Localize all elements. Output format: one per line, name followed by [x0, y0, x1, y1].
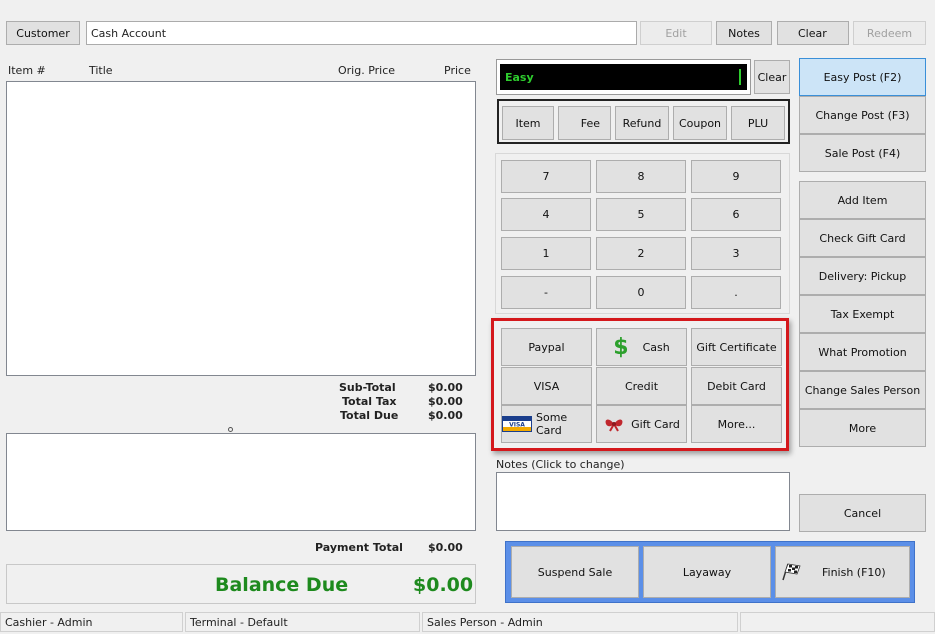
keypad-1[interactable]: 1: [501, 237, 591, 270]
splitter-handle[interactable]: [228, 427, 233, 432]
keypad-0[interactable]: 0: [596, 276, 686, 309]
status-terminal: Terminal - Default: [185, 612, 420, 632]
sale-post-button[interactable]: Sale Post (F4): [799, 134, 926, 172]
mode-plu-button[interactable]: PLU: [731, 106, 785, 140]
gift-card-label: Gift Card: [631, 417, 680, 431]
items-list[interactable]: [6, 81, 476, 376]
tax-exempt-button[interactable]: Tax Exempt: [799, 295, 926, 333]
keypad-9[interactable]: 9: [691, 160, 781, 193]
mode-item-button[interactable]: Item: [502, 106, 554, 140]
text-cursor: [739, 69, 741, 85]
credit-button[interactable]: Credit: [596, 367, 687, 405]
some-card-label: Some Card: [536, 411, 568, 437]
mode-refund-button[interactable]: Refund: [615, 106, 669, 140]
easy-post-button[interactable]: Easy Post (F2): [799, 58, 926, 96]
dollar-sign-icon: $: [613, 334, 629, 360]
entry-display-text: Easy: [505, 70, 534, 84]
suspend-sale-button[interactable]: Suspend Sale: [511, 546, 639, 598]
some-card-button[interactable]: VISA Some Card: [501, 405, 592, 443]
subtotal-value: $0.00: [428, 381, 463, 394]
keypad-6[interactable]: 6: [691, 198, 781, 231]
redeem-button[interactable]: Redeem: [853, 21, 926, 45]
gift-bow-icon: [603, 416, 625, 432]
status-extra: [740, 612, 935, 632]
payments-list[interactable]: [6, 433, 476, 531]
cancel-button[interactable]: Cancel: [799, 494, 926, 532]
clear-button[interactable]: Clear: [777, 21, 849, 45]
add-item-button[interactable]: Add Item: [799, 181, 926, 219]
total-tax-value: $0.00: [428, 395, 463, 408]
column-header-orig-price[interactable]: Orig. Price: [338, 64, 395, 77]
change-post-button[interactable]: Change Post (F3): [799, 96, 926, 134]
column-header-item-number[interactable]: Item #: [8, 64, 46, 77]
keypad-8[interactable]: 8: [596, 160, 686, 193]
customer-button[interactable]: Customer: [6, 21, 80, 45]
balance-due-value: $0.00: [413, 574, 474, 596]
balance-due-label: Balance Due: [215, 574, 349, 596]
keypad-dot[interactable]: .: [691, 276, 781, 309]
change-sales-person-button[interactable]: Change Sales Person: [799, 371, 926, 409]
more-button[interactable]: More: [799, 409, 926, 447]
what-promotion-button[interactable]: What Promotion: [799, 333, 926, 371]
subtotal-label: Sub-Total: [339, 381, 396, 394]
notes-box[interactable]: [496, 472, 790, 531]
finish-button[interactable]: Finish (F10): [775, 546, 910, 598]
visa-card-icon: VISA: [502, 416, 532, 432]
account-field[interactable]: Cash Account: [86, 21, 637, 45]
keypad-minus[interactable]: -: [501, 276, 591, 309]
visa-button[interactable]: VISA: [501, 367, 592, 405]
payment-total-label: Payment Total: [315, 541, 403, 554]
gift-card-button[interactable]: Gift Card: [596, 405, 687, 443]
layaway-button[interactable]: Layaway: [643, 546, 771, 598]
status-cashier: Cashier - Admin: [0, 612, 183, 632]
total-due-value: $0.00: [428, 409, 463, 422]
status-sales-person: Sales Person - Admin: [422, 612, 738, 632]
total-tax-label: Total Tax: [342, 395, 397, 408]
notes-label[interactable]: Notes (Click to change): [496, 458, 625, 471]
more-payments-button[interactable]: More...: [691, 405, 782, 443]
entry-display[interactable]: Easy: [500, 64, 747, 90]
total-due-label: Total Due: [340, 409, 399, 422]
cash-button[interactable]: $ Cash: [596, 328, 687, 366]
mode-fee-button[interactable]: Fee: [558, 106, 611, 140]
keypad-2[interactable]: 2: [596, 237, 686, 270]
mode-coupon-button[interactable]: Coupon: [673, 106, 727, 140]
finish-label: Finish (F10): [822, 565, 886, 579]
column-header-title[interactable]: Title: [89, 64, 113, 77]
payment-total-value: $0.00: [428, 541, 463, 554]
keypad-5[interactable]: 5: [596, 198, 686, 231]
keypad-7[interactable]: 7: [501, 160, 591, 193]
notes-button[interactable]: Notes: [716, 21, 772, 45]
balance-due-box: Balance Due $0.00: [6, 564, 476, 604]
debit-card-button[interactable]: Debit Card: [691, 367, 782, 405]
gift-certificate-button[interactable]: Gift Certificate: [691, 328, 782, 366]
entry-display-frame: Easy: [496, 59, 751, 95]
column-header-price[interactable]: Price: [444, 64, 471, 77]
check-gift-card-button[interactable]: Check Gift Card: [799, 219, 926, 257]
keypad-4[interactable]: 4: [501, 198, 591, 231]
delivery-pickup-button[interactable]: Delivery: Pickup: [799, 257, 926, 295]
entry-clear-button[interactable]: Clear: [754, 60, 790, 94]
checkered-flag-icon: [780, 563, 802, 581]
cash-label: Cash: [642, 340, 670, 354]
svg-text:VISA: VISA: [509, 422, 525, 429]
paypal-button[interactable]: Paypal: [501, 328, 592, 366]
keypad-3[interactable]: 3: [691, 237, 781, 270]
edit-button[interactable]: Edit: [640, 21, 712, 45]
